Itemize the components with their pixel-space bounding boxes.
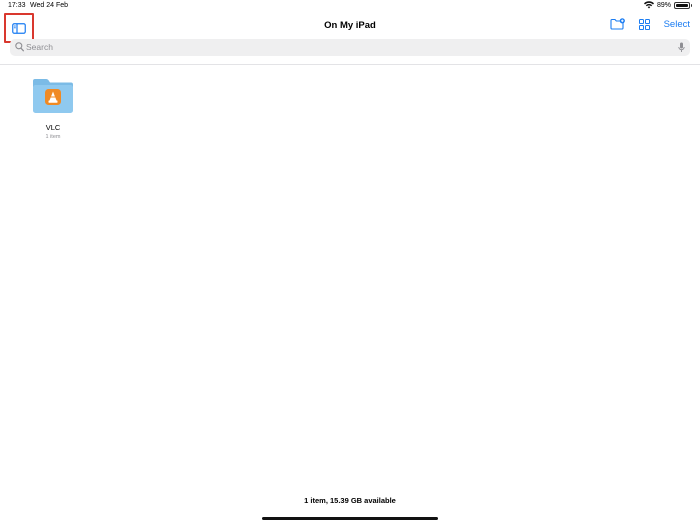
grid-view-icon[interactable] bbox=[638, 18, 650, 30]
new-folder-icon[interactable] bbox=[610, 18, 625, 30]
storage-status: 1 item, 15.39 GB available bbox=[304, 496, 396, 505]
folder-name: VLC bbox=[45, 123, 61, 132]
wifi-icon bbox=[643, 1, 654, 9]
folder-item-vlc[interactable]: VLC 1 item bbox=[28, 78, 78, 140]
status-right: 89% bbox=[643, 1, 692, 9]
folder-item-count: 1 item bbox=[45, 134, 61, 140]
vlc-folder-icon bbox=[33, 79, 73, 113]
battery-icon bbox=[674, 1, 692, 9]
home-indicator[interactable] bbox=[262, 517, 438, 520]
search-bar[interactable]: Search bbox=[10, 39, 690, 56]
search-placeholder: Search bbox=[26, 42, 53, 52]
select-button[interactable]: Select bbox=[664, 19, 690, 30]
search-icon bbox=[15, 42, 24, 52]
status-bar: 17:33 Wed 24 Feb 89% bbox=[0, 0, 700, 12]
status-date: Wed 24 Feb bbox=[30, 2, 69, 9]
nav-actions: Select bbox=[610, 18, 690, 30]
battery-percent: 89% bbox=[656, 1, 671, 9]
divider bbox=[0, 64, 700, 65]
status-time: 17:33 bbox=[8, 2, 26, 9]
nav-bar: On My iPad Select bbox=[0, 12, 700, 43]
page-title: On My iPad bbox=[324, 20, 376, 31]
microphone-icon[interactable] bbox=[678, 42, 685, 53]
